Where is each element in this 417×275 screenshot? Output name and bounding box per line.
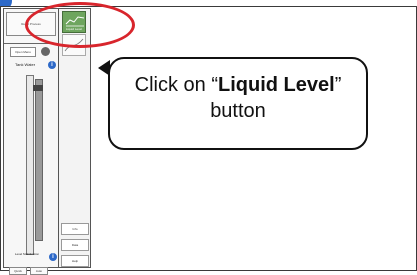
slider-handle[interactable] xyxy=(33,85,43,91)
data-item[interactable]: Data xyxy=(61,239,89,251)
help-item[interactable]: Help xyxy=(61,255,89,267)
quick-button[interactable]: Quick xyxy=(9,267,27,275)
callout-text: Click on “Liquid Level” button xyxy=(108,72,368,124)
callout-line2: button xyxy=(210,100,266,122)
callout-prefix: Click on “ xyxy=(134,74,218,96)
auto-button[interactable]: Auto xyxy=(30,267,48,275)
info-icon-bottom[interactable]: i xyxy=(49,253,57,261)
info-icon[interactable]: i xyxy=(48,61,56,69)
callout-bold: Liquid Level xyxy=(218,74,335,96)
highlight-ellipse xyxy=(25,2,135,48)
callout-suffix: ” xyxy=(334,74,342,96)
left-panel: Reset Process Open Menu Tank Water i Lev… xyxy=(3,8,59,275)
tank-label: Tank Water xyxy=(15,62,36,67)
menu-button[interactable]: Open Menu xyxy=(10,47,36,57)
level-slider[interactable] xyxy=(35,79,43,241)
bottom-label: Level Stabilization xyxy=(14,252,40,256)
gear-icon[interactable] xyxy=(41,47,50,56)
info-item[interactable]: Info xyxy=(61,223,89,235)
level-track xyxy=(26,75,34,255)
